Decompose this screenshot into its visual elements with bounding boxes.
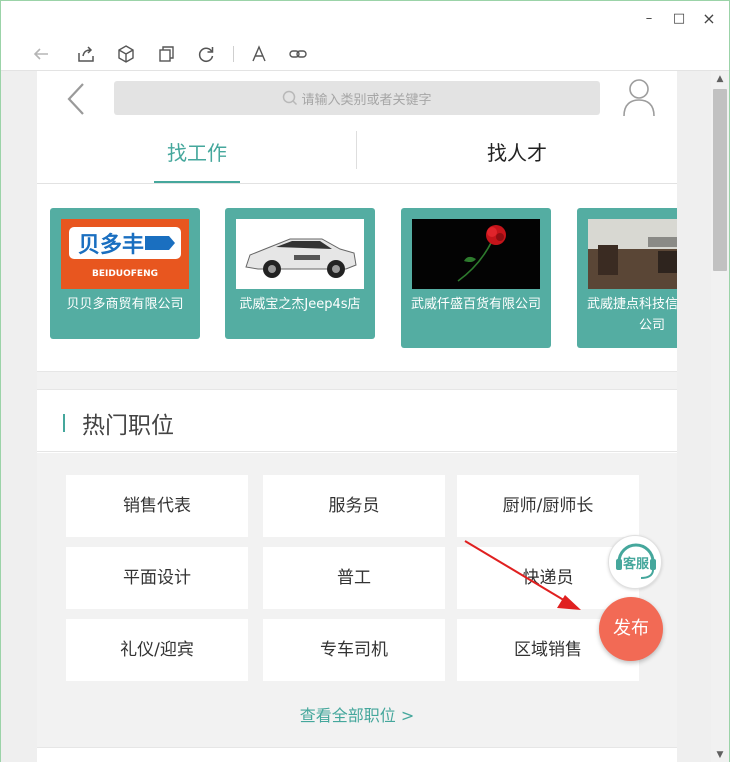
- toolbar: [1, 37, 729, 71]
- view-all-jobs-link[interactable]: 查看全部职位 >: [37, 703, 677, 747]
- hot-jobs-accent-bar: [63, 414, 65, 432]
- maximize-button[interactable]: □: [671, 11, 687, 27]
- customer-service-button[interactable]: 客服: [608, 535, 662, 589]
- tab-find-talent[interactable]: 找人才: [467, 131, 567, 183]
- job-item[interactable]: 普工: [263, 547, 445, 609]
- font-icon[interactable]: [249, 44, 269, 64]
- hot-jobs-grid: 销售代表 服务员 厨师/厨师长 平面设计 普工 快递员 礼仪/迎宾 专车司机 区…: [37, 453, 677, 703]
- company-photo: [588, 219, 677, 289]
- hot-jobs-title: 热门职位: [82, 413, 174, 439]
- company-photo: [236, 219, 364, 289]
- section-gap: [37, 371, 677, 390]
- minimize-button[interactable]: –: [641, 11, 657, 27]
- company-photo: [412, 219, 540, 289]
- scroll-down-arrow-icon[interactable]: ▼: [711, 747, 729, 762]
- cube-icon[interactable]: [116, 44, 136, 64]
- publish-button[interactable]: 发布: [599, 597, 663, 661]
- company-logo-sub: BEIDUOFENG: [92, 269, 158, 279]
- company-logo-text: 贝多丰: [78, 232, 144, 258]
- copy-icon[interactable]: [156, 44, 176, 64]
- tab-find-talent-label: 找人才: [487, 141, 547, 165]
- search-placeholder: 请输入类别或者关键字: [301, 92, 432, 108]
- title-bar: – □ ×: [1, 1, 729, 37]
- company-card[interactable]: 武威仟盛百货有限公司: [401, 208, 551, 348]
- job-item[interactable]: 平面设计: [66, 547, 248, 609]
- job-item[interactable]: 服务员: [263, 475, 445, 537]
- section-divider: [37, 747, 677, 762]
- user-icon[interactable]: [621, 77, 657, 117]
- tab-find-job[interactable]: 找工作: [154, 131, 240, 183]
- tab-find-job-label: 找工作: [167, 141, 227, 165]
- company-card[interactable]: 贝多丰 BEIDUOFENG 贝贝多商贸有限公司: [50, 208, 200, 339]
- browser-window: – □ × 请输入类别或者关键字 找工作 找人才 贝多丰 BEIDUOFENG …: [0, 0, 730, 762]
- company-name: 武威宝之杰Jeep4s店: [239, 297, 361, 312]
- job-item[interactable]: 礼仪/迎宾: [66, 619, 248, 681]
- job-item[interactable]: 厨师/厨师长: [457, 475, 639, 537]
- company-name: 贝贝多商贸有限公司: [66, 297, 184, 312]
- company-name: 武威捷点科技信息有限公司: [586, 297, 677, 333]
- tab-divider: [356, 131, 357, 169]
- scroll-up-arrow-icon[interactable]: ▲: [711, 71, 729, 87]
- tab-bar: 找工作 找人才: [37, 131, 677, 184]
- job-item[interactable]: 销售代表: [66, 475, 248, 537]
- vertical-scrollbar[interactable]: ▲ ▼: [711, 71, 729, 762]
- company-carousel: 贝多丰 BEIDUOFENG 贝贝多商贸有限公司 武威宝之杰Jeep4s店 武威…: [37, 208, 677, 348]
- search-input[interactable]: 请输入类别或者关键字: [114, 81, 600, 115]
- service-label: 客服: [623, 556, 650, 572]
- headset-icon: 客服: [616, 543, 656, 579]
- mobile-page: 请输入类别或者关键字 找工作 找人才 贝多丰 BEIDUOFENG 贝贝多商贸有…: [37, 71, 677, 762]
- hot-jobs-header: 热门职位: [37, 390, 677, 452]
- back-chevron-icon[interactable]: [63, 81, 89, 117]
- refresh-icon[interactable]: [196, 44, 216, 64]
- page-viewport: 请输入类别或者关键字 找工作 找人才 贝多丰 BEIDUOFENG 贝贝多商贸有…: [1, 71, 711, 762]
- company-name: 武威仟盛百货有限公司: [410, 297, 541, 312]
- back-arrow-icon[interactable]: [31, 44, 51, 64]
- toolbar-separator: [233, 46, 234, 62]
- search-icon: [283, 90, 298, 106]
- close-button[interactable]: ×: [701, 11, 717, 27]
- company-card[interactable]: 武威捷点科技信息有限公司: [577, 208, 677, 348]
- scroll-thumb[interactable]: [713, 89, 727, 271]
- job-item[interactable]: 专车司机: [263, 619, 445, 681]
- link-icon[interactable]: [288, 44, 308, 64]
- tab-active-underline: [154, 181, 240, 183]
- share-icon[interactable]: [76, 44, 96, 64]
- company-card[interactable]: 武威宝之杰Jeep4s店: [225, 208, 375, 339]
- company-logo: 贝多丰 BEIDUOFENG: [61, 219, 189, 289]
